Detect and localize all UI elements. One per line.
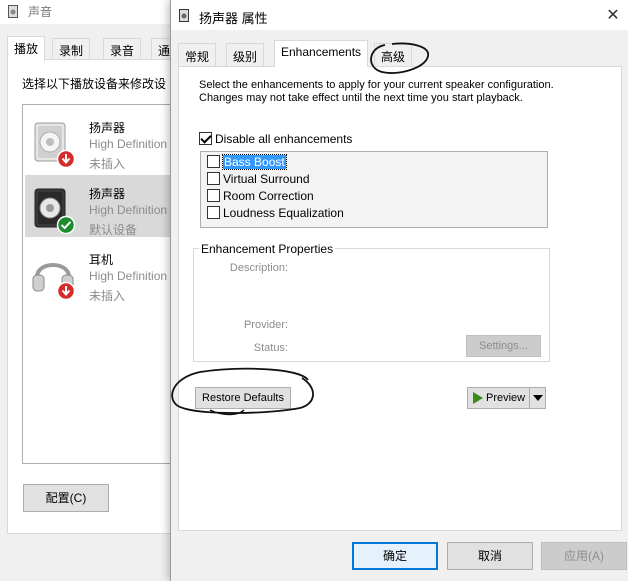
sound-titlebar: 声音 bbox=[0, 0, 190, 24]
sound-tabs: 播放 录制 录音 通 bbox=[7, 36, 190, 61]
enhancement-label: Room Correction bbox=[223, 189, 314, 203]
speaker-app-icon bbox=[179, 9, 189, 22]
settings-button[interactable]: Settings... bbox=[466, 335, 541, 357]
tab-enhancements[interactable]: Enhancements bbox=[274, 40, 369, 67]
preview-button[interactable]: Preview bbox=[467, 387, 546, 409]
device-name: 扬声器 bbox=[89, 121, 126, 135]
tab-sounds[interactable]: 录音 bbox=[103, 38, 142, 60]
status-label: Status: bbox=[253, 342, 288, 354]
device-description: High Definition bbox=[89, 137, 168, 151]
play-icon bbox=[473, 392, 483, 404]
device-item[interactable]: 扬声器 High Definition 未插入 bbox=[25, 109, 189, 171]
disable-all-enhancements-checkbox[interactable]: Disable all enhancements bbox=[199, 132, 352, 146]
device-description: High Definition bbox=[89, 203, 168, 217]
provider-label: Provider: bbox=[243, 319, 288, 331]
enhancements-list[interactable]: Bass Boost Virtual Surround Room Correct… bbox=[200, 151, 548, 228]
device-status: 未插入 bbox=[89, 157, 126, 171]
enhancement-label: Bass Boost bbox=[222, 154, 287, 170]
restore-defaults-button[interactable]: Restore Defaults bbox=[195, 387, 291, 409]
device-status: 未插入 bbox=[89, 289, 126, 303]
device-name: 扬声器 bbox=[89, 187, 126, 201]
device-list[interactable]: 扬声器 High Definition 未插入 扬声器 High Definit… bbox=[22, 104, 190, 464]
enhancement-item[interactable]: Virtual Surround bbox=[207, 172, 310, 186]
device-name: 耳机 bbox=[89, 253, 114, 267]
sound-window: 声音 播放 录制 录音 通 选择以下播放设备来修改设 扬声器 High Defi… bbox=[0, 0, 190, 581]
device-item[interactable]: 耳机 High Definition 未插入 bbox=[25, 241, 189, 303]
device-description: High Definition bbox=[89, 269, 168, 283]
close-icon[interactable]: ✕ bbox=[603, 6, 623, 26]
tab-general[interactable]: 常规 bbox=[178, 43, 217, 66]
description-label: Description: bbox=[229, 262, 288, 274]
preview-dropdown[interactable] bbox=[529, 388, 545, 408]
playback-instruction: 选择以下播放设备来修改设 bbox=[22, 77, 167, 91]
enhancement-item[interactable]: Loudness Equalization bbox=[207, 206, 344, 220]
default-check-icon bbox=[56, 215, 76, 235]
preview-label: Preview bbox=[486, 392, 526, 404]
tab-advanced[interactable]: 高级 bbox=[374, 43, 413, 66]
dialog-tabs: 常规 级别 Enhancements 高级 bbox=[178, 40, 622, 67]
checkbox[interactable] bbox=[207, 206, 220, 219]
tab-playback[interactable]: 播放 bbox=[7, 36, 46, 61]
checkbox[interactable] bbox=[207, 189, 220, 202]
checkbox[interactable] bbox=[207, 172, 220, 185]
enhancement-label: Loudness Equalization bbox=[223, 206, 344, 220]
enhancement-label: Virtual Surround bbox=[223, 172, 310, 186]
checkbox[interactable] bbox=[207, 155, 220, 168]
speaker-app-icon bbox=[8, 5, 18, 18]
enhancement-item[interactable]: Room Correction bbox=[207, 189, 314, 203]
dialog-titlebar[interactable]: 扬声器 属性 ✕ bbox=[171, 0, 628, 30]
device-item-selected[interactable]: 扬声器 High Definition 默认设备 bbox=[25, 175, 189, 237]
unplugged-icon bbox=[56, 149, 76, 169]
speaker-properties-dialog: 扬声器 属性 ✕ 常规 级别 Enhancements 高级 Select th… bbox=[170, 0, 628, 581]
unplugged-icon bbox=[56, 281, 76, 301]
checkbox-checked[interactable] bbox=[199, 132, 212, 145]
apply-button[interactable]: 应用(A) bbox=[541, 542, 627, 570]
ok-button[interactable]: 确定 bbox=[352, 542, 438, 570]
enhancements-description: Select the enhancements to apply for you… bbox=[199, 79, 554, 104]
chevron-down-icon bbox=[533, 395, 543, 401]
dialog-title: 扬声器 属性 bbox=[199, 11, 268, 26]
tab-levels[interactable]: 级别 bbox=[226, 43, 265, 66]
tab-recording[interactable]: 录制 bbox=[52, 38, 91, 60]
configure-button[interactable]: 配置(C) bbox=[23, 484, 109, 512]
device-status: 默认设备 bbox=[89, 223, 138, 237]
checkbox-label: Disable all enhancements bbox=[215, 132, 353, 146]
cancel-button[interactable]: 取消 bbox=[447, 542, 533, 570]
sound-window-title: 声音 bbox=[28, 5, 53, 19]
enhancement-item[interactable]: Bass Boost bbox=[207, 154, 287, 170]
enhancement-properties-legend: Enhancement Properties bbox=[199, 242, 336, 256]
